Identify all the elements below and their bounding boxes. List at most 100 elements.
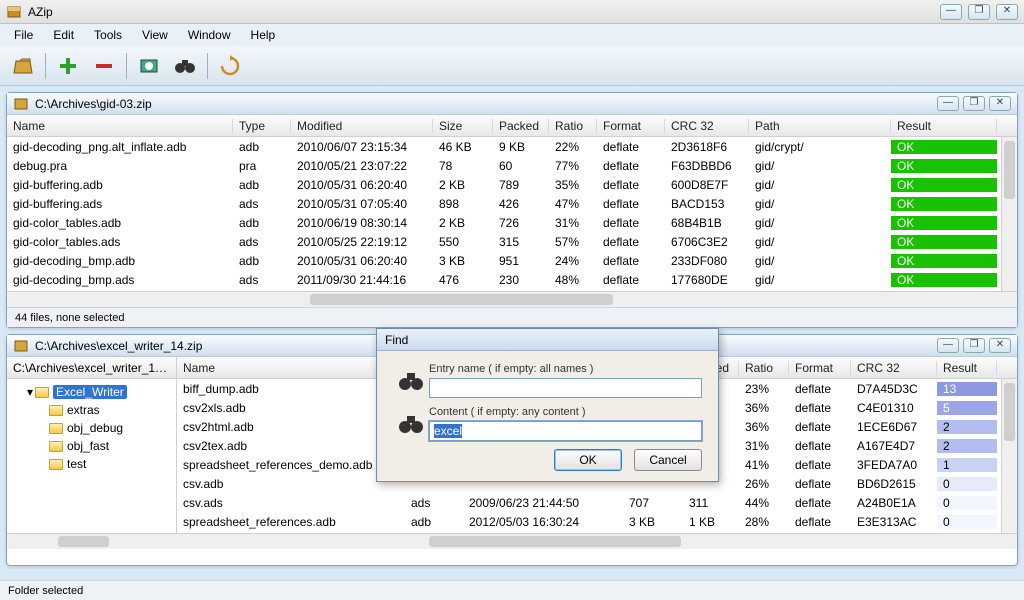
table-row[interactable]: debug.prapra2010/05/21 23:07:22786077%de… (7, 156, 1017, 175)
dialog-titlebar[interactable]: Find (377, 329, 718, 351)
menu-file[interactable]: File (4, 26, 43, 44)
column-header[interactable]: Packed (493, 119, 549, 133)
cell-size: 898 (433, 197, 493, 211)
collapse-icon[interactable]: ▾ (25, 385, 35, 399)
column-header[interactable]: Type (233, 119, 291, 133)
binoculars-icon[interactable] (168, 51, 202, 81)
cell-name: gid-decoding_bmp.ads (7, 273, 233, 287)
test-icon[interactable] (132, 51, 166, 81)
cell-result: OK (891, 254, 997, 268)
menu-tools[interactable]: Tools (84, 26, 132, 44)
cell-mod: 2010/06/07 23:15:34 (291, 140, 433, 154)
tree-header[interactable]: C:\Archives\excel_writer_1… (7, 357, 176, 379)
column-header[interactable]: Result (891, 119, 997, 133)
cell-ratio: 35% (549, 178, 597, 192)
cell-fmt: deflate (597, 178, 665, 192)
cell-path: gid/ (749, 235, 891, 249)
column-header[interactable]: Name (177, 361, 405, 375)
table-row[interactable]: gid-decoding_bmp.adsads2011/09/30 21:44:… (7, 270, 1017, 289)
cancel-button[interactable]: Cancel (634, 449, 702, 471)
table-row[interactable]: gid-color_tables.adbadb2010/06/19 08:30:… (7, 213, 1017, 232)
grid-body[interactable]: gid-decoding_png.alt_inflate.adbadb2010/… (7, 137, 1017, 291)
vertical-scrollbar[interactable] (1001, 379, 1017, 533)
tree-item-label: extras (67, 403, 100, 417)
child-minimize-button[interactable]: — (937, 96, 959, 111)
menu-window[interactable]: Window (178, 26, 241, 44)
grid-header[interactable]: NameTypeModifiedSizePackedRatioFormatCRC… (7, 115, 1017, 137)
horizontal-scrollbar[interactable] (177, 533, 1017, 549)
cell-crc: BACD153 (665, 197, 749, 211)
maximize-button[interactable]: ❐ (968, 4, 990, 20)
minimize-button[interactable]: — (940, 4, 962, 20)
tree-item[interactable]: obj_fast (11, 437, 172, 455)
cell-fmt: deflate (597, 140, 665, 154)
content-input[interactable] (429, 421, 702, 441)
folder-icon (49, 441, 63, 452)
cell-type: ads (233, 235, 291, 249)
cell-crc: 6706C3E2 (665, 235, 749, 249)
cell-name: csv.ads (177, 496, 405, 510)
column-header[interactable]: Format (789, 361, 851, 375)
column-header[interactable]: Name (7, 119, 233, 133)
plus-icon[interactable] (51, 51, 85, 81)
cell-fmt: deflate (789, 439, 851, 453)
column-header[interactable]: Ratio (739, 361, 789, 375)
vertical-scrollbar[interactable] (1001, 137, 1017, 291)
cell-mod: 2010/06/19 08:30:14 (291, 216, 433, 230)
cell-crc: 177680DE (665, 273, 749, 287)
table-row[interactable]: gid-color_tables.adsads2010/05/25 22:19:… (7, 232, 1017, 251)
cell-result: OK (891, 216, 997, 230)
column-header[interactable]: Modified (291, 119, 433, 133)
cell-type: adb (233, 140, 291, 154)
column-header[interactable]: Format (597, 119, 665, 133)
child-maximize-button[interactable]: ❐ (963, 96, 985, 111)
minus-icon[interactable] (87, 51, 121, 81)
column-header[interactable]: CRC 32 (851, 361, 937, 375)
child-close-button[interactable]: ✕ (989, 338, 1011, 353)
table-row[interactable]: gid-decoding_bmp.adbadb2010/05/31 06:20:… (7, 251, 1017, 270)
cell-crc: 3FEDA7A0 (851, 458, 937, 472)
tree-item[interactable]: ▾Excel_Writer (11, 383, 172, 401)
table-row[interactable]: csv.adsads2009/06/23 21:44:5070731144%de… (177, 493, 1017, 512)
menu-view[interactable]: View (132, 26, 178, 44)
refresh-icon[interactable] (213, 51, 247, 81)
tree-item[interactable]: extras (11, 401, 172, 419)
table-row[interactable]: gid-buffering.adsads2010/05/31 07:05:408… (7, 194, 1017, 213)
cell-ratio: 48% (549, 273, 597, 287)
cell-fmt: deflate (597, 254, 665, 268)
child-titlebar[interactable]: C:\Archives\gid-03.zip — ❐ ✕ (7, 93, 1017, 115)
child-maximize-button[interactable]: ❐ (963, 338, 985, 353)
close-button[interactable]: ✕ (996, 4, 1018, 20)
cell-ratio: 31% (549, 216, 597, 230)
cell-size: 2 KB (433, 216, 493, 230)
table-row[interactable]: gid-decoding_png.alt_inflate.adbadb2010/… (7, 137, 1017, 156)
child-minimize-button[interactable]: — (937, 338, 959, 353)
folder-tree[interactable]: ▾Excel_Writerextras obj_debugobj_fasttest (7, 379, 176, 477)
column-header[interactable]: CRC 32 (665, 119, 749, 133)
entry-name-input[interactable] (429, 378, 702, 398)
table-row[interactable]: spreadsheet_references.adbadb2012/05/03 … (177, 512, 1017, 531)
menu-help[interactable]: Help (241, 26, 286, 44)
app-title: AZip (28, 5, 940, 19)
cell-path: gid/ (749, 159, 891, 173)
tree-item[interactable]: obj_debug (11, 419, 172, 437)
column-header[interactable]: Size (433, 119, 493, 133)
cell-ratio: 26% (739, 477, 789, 491)
cell-mod: 2010/05/31 07:05:40 (291, 197, 433, 211)
menubar: FileEditToolsViewWindowHelp (0, 24, 1024, 46)
tree-scrollbar[interactable] (7, 533, 177, 549)
column-header[interactable]: Result (937, 361, 997, 375)
menu-edit[interactable]: Edit (43, 26, 84, 44)
folder-icon (49, 459, 63, 470)
tree-item-label: test (67, 457, 86, 471)
horizontal-scrollbar[interactable] (7, 291, 1017, 307)
cell-packed: 60 (493, 159, 549, 173)
child-close-button[interactable]: ✕ (989, 96, 1011, 111)
ok-button[interactable]: OK (554, 449, 622, 471)
column-header[interactable]: Path (749, 119, 891, 133)
column-header[interactable]: Ratio (549, 119, 597, 133)
tree-item[interactable]: test (11, 455, 172, 473)
table-row[interactable]: gid-buffering.adbadb2010/05/31 06:20:402… (7, 175, 1017, 194)
cell-name: debug.pra (7, 159, 233, 173)
open-archive-icon[interactable] (6, 51, 40, 81)
